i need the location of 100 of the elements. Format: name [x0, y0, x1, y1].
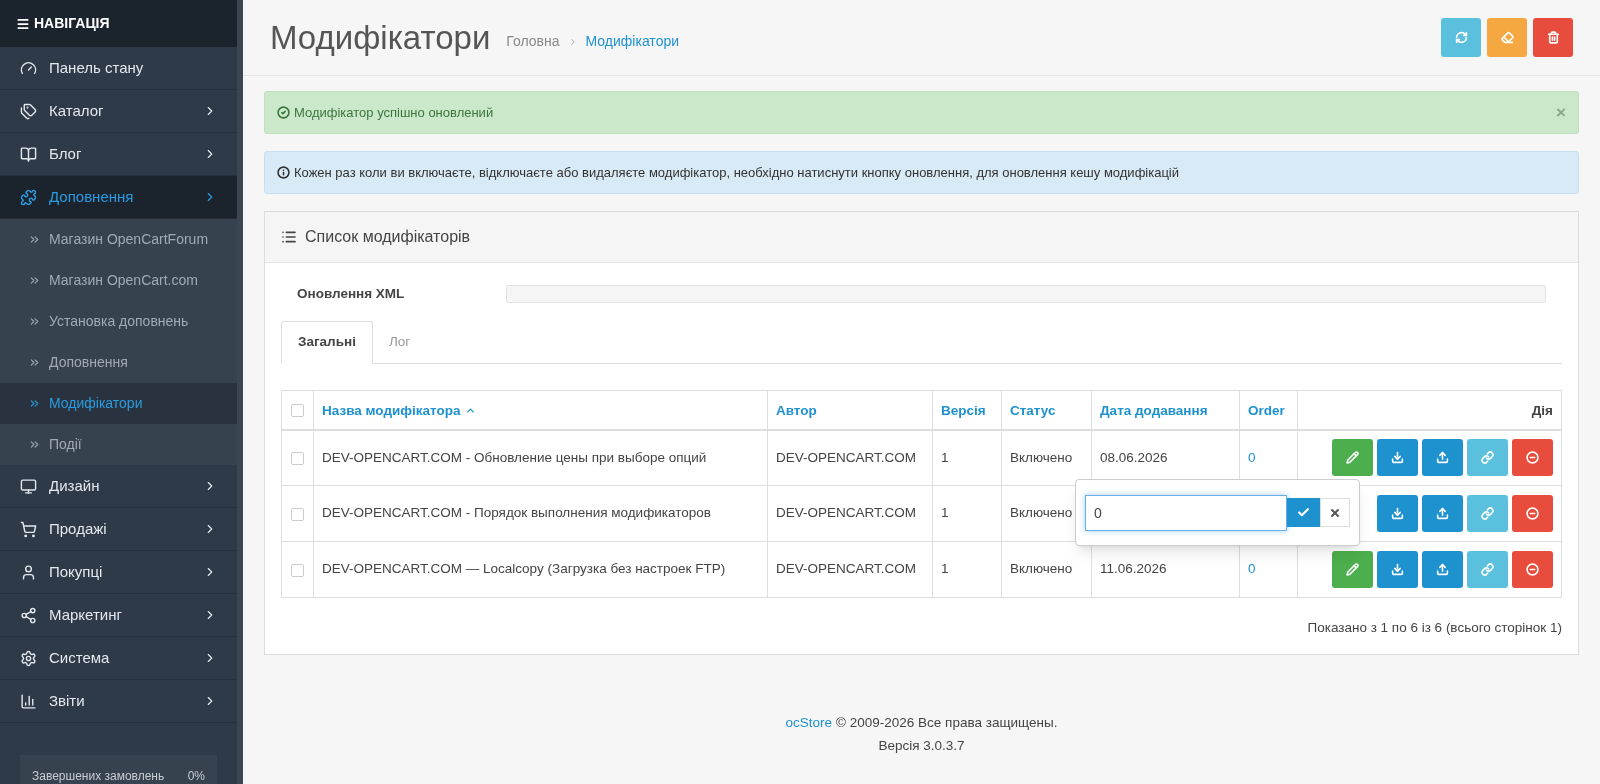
- clear-button[interactable]: [1487, 18, 1527, 57]
- column-sort-link[interactable]: Автор: [776, 400, 817, 421]
- remove-button[interactable]: [1512, 551, 1553, 588]
- row-checkbox[interactable]: [291, 563, 304, 577]
- copyright-text: © 2009-2026 Все права защищены.: [836, 714, 1058, 733]
- download-button[interactable]: [1377, 551, 1418, 588]
- order-value-link[interactable]: 0: [1248, 449, 1256, 465]
- close-icon: [1329, 506, 1342, 519]
- delete-button[interactable]: [1533, 18, 1573, 57]
- trash-icon: [1546, 31, 1560, 44]
- link-button[interactable]: [1467, 551, 1508, 588]
- settings-icon: [20, 649, 37, 667]
- nav-sublabel: Магазин OpenCart.com: [49, 271, 198, 290]
- page-title: Модифікатори: [270, 17, 491, 58]
- alert-text: Модифікатор успішно оновлений: [294, 103, 495, 122]
- modifier-name: DEV-OPENCART.COM - Порядок выполнения модификаторов: [322, 505, 711, 521]
- edit-button[interactable]: [1332, 551, 1373, 588]
- monitor-icon: [20, 477, 37, 495]
- status-cell: Включено: [1010, 561, 1073, 577]
- nav-label: Доповнення: [49, 186, 135, 207]
- nav-sublabel: Магазин OpenCartForum: [49, 230, 209, 249]
- nav-subitem[interactable]: Установка доповнень: [0, 301, 237, 342]
- refresh-button[interactable]: [1441, 18, 1481, 57]
- list-icon: [281, 229, 297, 245]
- link-button[interactable]: [1467, 439, 1508, 477]
- status-cell: Включено: [1010, 505, 1073, 521]
- tab[interactable]: Лог: [372, 321, 427, 364]
- nav-label: Покупці: [49, 561, 104, 582]
- double-chevron-icon: [28, 397, 41, 410]
- download-icon: [1391, 563, 1404, 576]
- xml-update-label: Оновлення XML: [297, 284, 406, 303]
- upload-button[interactable]: [1422, 551, 1463, 588]
- pagination-summary: Показано з 1 по 6 із 6 (всього сторінок 1): [1307, 619, 1562, 637]
- nav-sublabel: Модифікатори: [49, 394, 143, 413]
- check-circle-icon: [277, 106, 290, 119]
- tags-icon: [20, 102, 37, 120]
- cart-icon: [20, 520, 37, 538]
- minus-circle-icon: [1526, 563, 1539, 576]
- nav-label: Каталог: [49, 100, 105, 121]
- author-cell: DEV-OPENCART.COM: [776, 505, 917, 521]
- menu-icon[interactable]: [16, 16, 30, 31]
- remove-button[interactable]: [1512, 439, 1553, 477]
- order-input[interactable]: 0: [1085, 494, 1288, 531]
- download-icon: [1391, 507, 1404, 520]
- breadcrumb-link[interactable]: Модифікатори: [585, 31, 680, 52]
- edit-button[interactable]: [1332, 439, 1373, 477]
- minus-circle-icon: [1526, 507, 1539, 520]
- nav-subitem[interactable]: Магазин OpenCartForum: [0, 219, 237, 260]
- status-cell: Включено: [1010, 449, 1073, 465]
- double-chevron-icon: [28, 315, 41, 328]
- version-cell: 1: [941, 449, 949, 465]
- footer-link[interactable]: ocStore: [785, 713, 833, 734]
- eraser-icon: [1500, 31, 1514, 44]
- alert-text: Кожен раз коли ви включаєте, відключаєте або видаляєте модифікатор, необхідно натиснути кнопку оновлення, для оновлення кешу модифікацій: [294, 163, 1180, 182]
- nav-subitem[interactable]: Події: [0, 424, 237, 465]
- double-chevron-icon: [28, 274, 41, 287]
- header-checkbox[interactable]: [291, 404, 304, 417]
- download-button[interactable]: [1377, 439, 1418, 477]
- link-icon: [1481, 507, 1494, 520]
- download-button[interactable]: [1377, 495, 1418, 532]
- nav-title: НАВІГАЦІЯ: [34, 14, 110, 33]
- stat-value: 0%: [187, 768, 205, 784]
- bar-chart-icon: [20, 692, 37, 710]
- breadcrumb-link[interactable]: Головна: [506, 31, 560, 52]
- version-text: Версія 3.0.3.7: [878, 736, 965, 755]
- nav-sublabel: Доповнення: [49, 353, 128, 372]
- tab[interactable]: Загальні: [281, 321, 373, 364]
- row-checkbox[interactable]: [291, 507, 304, 521]
- double-chevron-icon: [28, 356, 41, 369]
- double-chevron-icon: [28, 233, 41, 246]
- column-sort-link[interactable]: Назва модифікатора: [322, 400, 476, 421]
- share-icon: [20, 606, 37, 624]
- upload-icon: [1436, 563, 1449, 576]
- nav-label: Звіти: [49, 690, 86, 711]
- confirm-button[interactable]: [1287, 498, 1321, 527]
- author-cell: DEV-OPENCART.COM: [776, 561, 917, 577]
- nav-label: Продажі: [49, 518, 108, 539]
- nav-subitem[interactable]: Доповнення: [0, 342, 237, 383]
- cancel-button[interactable]: [1320, 498, 1350, 527]
- nav-subitem[interactable]: Магазин OpenCart.com: [0, 260, 237, 301]
- panel-title: Список модифікаторів: [305, 227, 471, 247]
- nav-item[interactable]: Доповнення: [0, 176, 237, 219]
- remove-button[interactable]: [1512, 495, 1553, 532]
- nav-sublabel: Події: [49, 435, 82, 454]
- nav-label: Дизайн: [49, 475, 101, 496]
- check-icon: [1297, 506, 1311, 519]
- upload-button[interactable]: [1422, 495, 1463, 532]
- row-checkbox[interactable]: [291, 452, 304, 465]
- upload-button[interactable]: [1422, 439, 1463, 477]
- modifier-name: DEV-OPENCART.COM — Localcopy (Загрузка без настроек FTP): [322, 561, 726, 577]
- pencil-icon: [1346, 451, 1359, 465]
- nav-subitem[interactable]: Модифікатори: [0, 383, 237, 424]
- order-value-link[interactable]: 0: [1248, 561, 1256, 577]
- link-button[interactable]: [1467, 495, 1508, 532]
- link-icon: [1481, 563, 1494, 576]
- user-icon: [20, 563, 37, 581]
- book-icon: [20, 145, 37, 163]
- minus-circle-icon: [1526, 451, 1539, 465]
- nav-sublabel: Установка доповнень: [49, 312, 189, 331]
- date-cell: 11.06.2026: [1100, 561, 1167, 577]
